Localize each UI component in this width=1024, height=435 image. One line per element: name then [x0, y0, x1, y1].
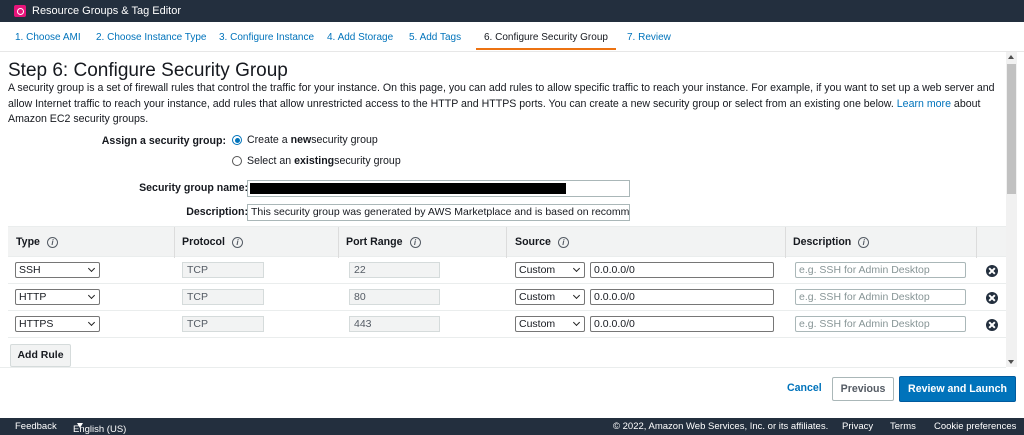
rule-description-input[interactable]: e.g. SSH for Admin Desktop	[795, 316, 966, 332]
protocol-field: TCP	[182, 262, 264, 278]
scrollbar-thumb[interactable]	[1007, 64, 1016, 194]
scroll-up-icon[interactable]	[1008, 55, 1014, 59]
intro-text: A security group is a set of firewall ru…	[8, 81, 998, 128]
terms-link[interactable]: Terms	[890, 421, 916, 432]
security-group-name-input[interactable]	[247, 180, 630, 197]
table-row: HTTPS TCP 443 Custom 0.0.0.0/0 e.g. SSH …	[8, 311, 1006, 338]
chevron-down-icon	[87, 264, 96, 273]
radio-create-text-pre: Create a	[247, 134, 288, 146]
header-type: Type i	[16, 236, 58, 248]
source-type-select[interactable]: Custom	[515, 289, 585, 305]
header-protocol: Protocol i	[182, 236, 243, 248]
page-title: Step 6: Configure Security Group	[8, 60, 288, 81]
source-type-select[interactable]: Custom	[515, 262, 585, 278]
source-cidr-input[interactable]: 0.0.0.0/0	[590, 289, 774, 305]
radio-select-text-bold: existing	[294, 155, 335, 167]
port-range-field: 443	[349, 316, 440, 332]
radio-create-new-button[interactable]	[232, 135, 242, 145]
protocol-field: TCP	[182, 316, 264, 332]
column-divider	[785, 227, 786, 258]
chevron-down-icon	[572, 291, 581, 300]
delete-rule-icon[interactable]	[986, 265, 998, 277]
rules-table-header: Type i Protocol i Port Range i Source i Desc…	[8, 226, 1006, 258]
main-content: Step 6: Configure Security Group A secur…	[0, 52, 1006, 418]
column-divider	[338, 227, 339, 258]
rule-description-input[interactable]: e.g. SSH for Admin Desktop	[795, 262, 966, 278]
type-select[interactable]: SSH	[15, 262, 100, 278]
description-label: Description:	[186, 206, 248, 218]
resource-groups-logo-icon	[14, 5, 26, 17]
chevron-down-icon	[87, 318, 96, 327]
app-header: Resource Groups & Tag Editor	[0, 0, 1024, 22]
tab-review[interactable]: 7. Review	[619, 27, 679, 50]
copyright-text: © 2022, Amazon Web Services, Inc. or its…	[613, 421, 829, 432]
header-port-range: Port Range i	[346, 236, 421, 248]
protocol-field: TCP	[182, 289, 264, 305]
page-footer: Feedback English (US) © 2022, Amazon Web…	[0, 418, 1024, 435]
tab-add-tags[interactable]: 5. Add Tags	[401, 27, 469, 50]
tab-add-storage[interactable]: 4. Add Storage	[319, 27, 401, 50]
tab-configure-instance[interactable]: 3. Configure Instance	[211, 27, 322, 50]
header-source: Source i	[515, 236, 569, 248]
redacted-name-block	[250, 183, 566, 194]
info-icon[interactable]: i	[46, 236, 58, 248]
radio-create-text-post: security group	[311, 134, 378, 146]
description-input[interactable]: This security group was generated by AWS…	[247, 204, 630, 221]
source-cidr-input[interactable]: 0.0.0.0/0	[590, 316, 774, 332]
source-type-select[interactable]: Custom	[515, 316, 585, 332]
table-row: HTTP TCP 80 Custom 0.0.0.0/0 e.g. SSH fo…	[8, 284, 1006, 311]
scroll-down-icon[interactable]	[1008, 360, 1014, 364]
radio-create-new[interactable]: Create a new security group	[232, 134, 378, 146]
type-select[interactable]: HTTP	[15, 289, 100, 305]
table-row: SSH TCP 22 Custom 0.0.0.0/0 e.g. SSH for…	[8, 257, 1006, 284]
add-rule-button[interactable]: Add Rule	[10, 344, 71, 367]
column-divider	[506, 227, 507, 258]
tab-choose-ami[interactable]: 1. Choose AMI	[7, 27, 89, 50]
radio-select-text-post: security group	[334, 155, 401, 167]
radio-select-existing[interactable]: Select an existing security group	[232, 155, 401, 167]
cookie-preferences-link[interactable]: Cookie preferences	[934, 421, 1016, 432]
chevron-down-icon	[572, 318, 581, 327]
intro-body: A security group is a set of firewall ru…	[8, 82, 995, 110]
learn-more-link[interactable]: Learn more	[897, 98, 951, 110]
column-divider	[174, 227, 175, 258]
info-icon[interactable]: i	[409, 236, 421, 248]
rule-description-input[interactable]: e.g. SSH for Admin Desktop	[795, 289, 966, 305]
type-select[interactable]: HTTPS	[15, 316, 100, 332]
port-range-field: 80	[349, 289, 440, 305]
language-label: English (US)	[73, 424, 127, 435]
column-divider	[976, 227, 977, 258]
radio-create-text-bold: new	[290, 134, 312, 146]
chevron-down-icon	[87, 291, 96, 300]
radio-select-existing-button[interactable]	[232, 156, 242, 166]
radio-select-text-pre: Select an	[247, 155, 292, 167]
security-group-name-label: Security group name:	[139, 182, 248, 194]
cancel-link[interactable]: Cancel	[787, 382, 822, 394]
app-title: Resource Groups & Tag Editor	[32, 5, 181, 17]
scrollbar[interactable]	[1006, 52, 1017, 367]
divider	[0, 367, 1006, 368]
header-description: Description i	[793, 236, 870, 248]
info-icon[interactable]: i	[557, 236, 569, 248]
previous-button[interactable]: Previous	[832, 377, 894, 401]
review-and-launch-button[interactable]: Review and Launch	[899, 376, 1016, 402]
delete-rule-icon[interactable]	[986, 319, 998, 331]
feedback-link[interactable]: Feedback	[15, 421, 57, 432]
chevron-down-icon	[572, 264, 581, 273]
info-icon[interactable]: i	[231, 236, 243, 248]
port-range-field: 22	[349, 262, 440, 278]
delete-rule-icon[interactable]	[986, 292, 998, 304]
assign-group-label: Assign a security group:	[101, 135, 226, 147]
info-icon[interactable]: i	[858, 236, 870, 248]
tab-configure-security-group[interactable]: 6. Configure Security Group	[476, 27, 616, 50]
privacy-link[interactable]: Privacy	[842, 421, 873, 432]
wizard-steps: 1. Choose AMI 2. Choose Instance Type 3.…	[0, 22, 1024, 52]
tab-choose-instance-type[interactable]: 2. Choose Instance Type	[88, 27, 214, 50]
source-cidr-input[interactable]: 0.0.0.0/0	[590, 262, 774, 278]
language-selector[interactable]: English (US)	[73, 421, 126, 435]
